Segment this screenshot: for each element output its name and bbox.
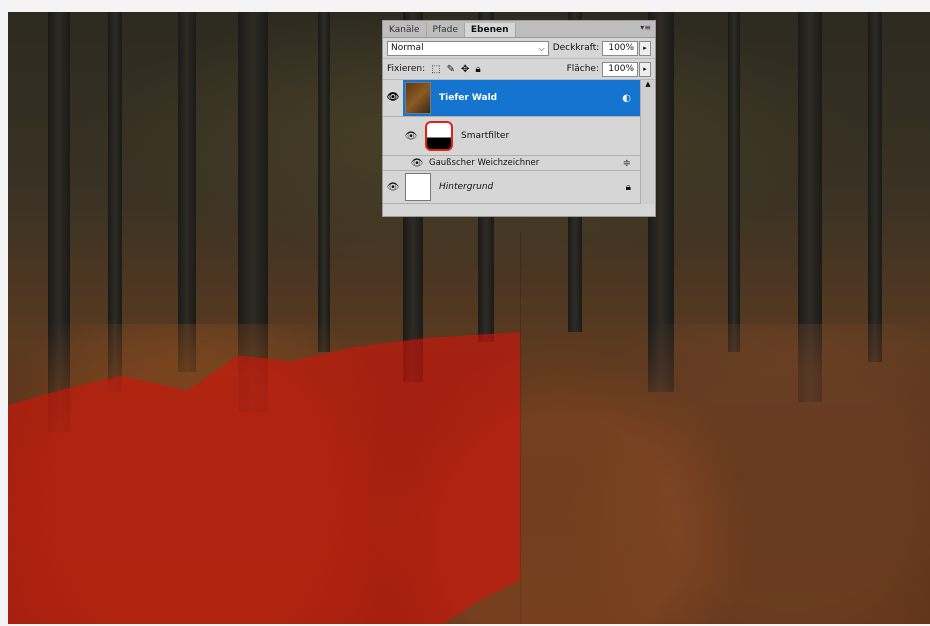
- tree-trunk: [868, 12, 882, 362]
- filter-mask-thumbnail[interactable]: [425, 121, 453, 151]
- opacity-label: Deckkraft:: [552, 43, 600, 53]
- eye-icon[interactable]: 👁︎: [407, 158, 427, 169]
- tab-layers[interactable]: Ebenen: [464, 23, 516, 37]
- opacity-input[interactable]: 100%: [602, 40, 639, 56]
- lock-row: Fixieren: ⬚ ✎ ✥ 🔒︎ Fläche: 100% ▸: [383, 59, 655, 80]
- lock-all-icon[interactable]: 🔒︎: [475, 64, 480, 75]
- fill-label: Fläche:: [566, 64, 599, 74]
- layer-name: Hintergrund: [439, 182, 494, 192]
- lock-transparent-pixels-icon[interactable]: ⬚: [431, 64, 440, 75]
- comparison-split-line: [520, 232, 521, 624]
- layer-list: 👁︎ Tiefer Wald ◐ 👁︎ Smartfilter 👁︎ Gaußs…: [383, 80, 655, 204]
- opacity-slider-toggle[interactable]: ▸: [639, 40, 652, 56]
- eye-icon[interactable]: 👁︎: [383, 80, 403, 116]
- chevron-down-icon: ⌵: [538, 43, 545, 53]
- blend-mode-select[interactable]: Normal ⌵: [387, 40, 549, 56]
- lock-icon: 🔒︎: [625, 181, 631, 193]
- tree-trunk: [178, 12, 196, 372]
- panel-menu-icon[interactable]: ▾≡: [640, 23, 651, 32]
- fill-slider-toggle[interactable]: ▸: [639, 61, 651, 77]
- tree-trunk: [318, 12, 330, 352]
- scroll-up-icon[interactable]: ▲: [641, 80, 655, 94]
- layer-name: Tiefer Wald: [439, 93, 498, 103]
- lock-position-icon[interactable]: ✥: [461, 64, 469, 75]
- blend-mode-value: Normal: [391, 42, 424, 53]
- tree-trunk: [728, 12, 740, 352]
- eye-icon[interactable]: 👁︎: [401, 131, 421, 142]
- tab-channels[interactable]: Kanäle: [383, 23, 427, 37]
- tab-paths[interactable]: Pfade: [427, 23, 465, 37]
- layer-thumbnail: [405, 82, 431, 114]
- layer-name: Smartfilter: [461, 131, 510, 141]
- layer-tiefer-wald[interactable]: 👁︎ Tiefer Wald ◐: [383, 80, 655, 117]
- layers-panel: Kanäle Pfade Ebenen ▾≡ Normal ⌵ Deckkraf…: [382, 20, 656, 217]
- blend-row: Normal ⌵ Deckkraft: 100% ▸: [383, 38, 655, 59]
- filter-name: Gaußscher Weichzeichner: [429, 158, 540, 168]
- lock-label: Fixieren:: [387, 64, 426, 74]
- fill-input[interactable]: 100%: [602, 61, 638, 77]
- eye-icon[interactable]: 👁︎: [383, 182, 403, 193]
- filter-options-icon[interactable]: ◐: [622, 93, 631, 104]
- filter-blend-options-icon[interactable]: ≑: [623, 158, 631, 169]
- smartfilter-row[interactable]: 👁︎ Smartfilter: [383, 117, 655, 156]
- lock-image-pixels-icon[interactable]: ✎: [447, 64, 455, 75]
- filter-gaussian-blur-row[interactable]: 👁︎ Gaußscher Weichzeichner ≑: [383, 156, 655, 171]
- layer-thumbnail: [405, 173, 431, 201]
- panel-tabs: Kanäle Pfade Ebenen ▾≡: [383, 21, 655, 38]
- layer-hintergrund[interactable]: 👁︎ Hintergrund 🔒︎: [383, 171, 655, 204]
- layer-list-scrollbar[interactable]: ▲: [640, 80, 655, 204]
